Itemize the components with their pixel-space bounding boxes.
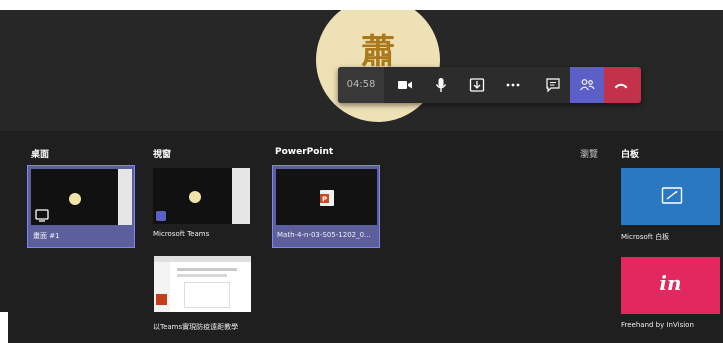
- more-options-button[interactable]: [496, 67, 530, 103]
- chat-icon: [546, 78, 560, 93]
- desktop-caption: 畫面 #1: [33, 232, 60, 240]
- powerpoint-thumbnail: P: [276, 169, 377, 225]
- avatar-initial: 蕭: [361, 32, 395, 72]
- window-top-edge: [0, 0, 723, 10]
- share-tray: 桌面 視窗 PowerPoint 瀏覽 白板 畫面 #1 Microsoft T…: [0, 131, 723, 343]
- section-desktop-label: 桌面: [31, 150, 50, 160]
- thumbnail-avatar: [69, 193, 81, 205]
- hang-up-button[interactable]: [604, 67, 641, 103]
- participant-avatar: 蕭: [316, 10, 440, 122]
- thumbnail-avatar: [189, 191, 201, 203]
- browse-link[interactable]: 瀏覽: [580, 147, 598, 160]
- more-options-icon: [506, 83, 520, 87]
- browser-window-thumbnail: [154, 256, 251, 312]
- desktop-screen-1-card[interactable]: 畫面 #1: [27, 165, 135, 248]
- freehand-invision-caption: Freehand by InVision: [621, 321, 694, 329]
- microsoft-whiteboard-card[interactable]: Microsoft 白板: [620, 167, 723, 247]
- participants-button[interactable]: [570, 67, 604, 103]
- freehand-invision-card[interactable]: in Freehand by InVision: [620, 255, 723, 337]
- powerpoint-caption: Math-4-n-03-S05-1202_0...: [277, 231, 371, 239]
- teams-window-thumbnail: [153, 168, 250, 224]
- window-remote-teaching-card[interactable]: 以Teams實現防疫遠距教學: [150, 253, 254, 339]
- call-controls-bar: 04:58: [338, 67, 641, 103]
- browser-window-caption: 以Teams實現防疫遠距教學: [153, 323, 239, 331]
- teams-window-caption: Microsoft Teams: [153, 230, 210, 238]
- microsoft-whiteboard-caption: Microsoft 白板: [621, 233, 670, 241]
- powerpoint-file-card[interactable]: P Math-4-n-03-S05-1202_0...: [272, 165, 380, 248]
- microphone-button[interactable]: [424, 67, 458, 103]
- window-left-edge: [0, 312, 8, 343]
- invision-logo: in: [659, 271, 682, 295]
- screen-share-icon: [35, 209, 49, 222]
- participants-icon: [580, 79, 595, 91]
- share-tray-button[interactable]: [460, 67, 494, 103]
- section-whiteboard-label: 白板: [621, 150, 640, 160]
- microsoft-whiteboard-tile: [621, 168, 720, 225]
- powerpoint-file-icon: P: [320, 190, 334, 206]
- share-tray-icon: [469, 78, 485, 92]
- svg-text:P: P: [322, 196, 327, 204]
- desktop-thumbnail: [31, 169, 132, 225]
- chat-button[interactable]: [536, 67, 570, 103]
- camera-button[interactable]: [388, 67, 422, 103]
- section-powerpoint-label: PowerPoint: [275, 147, 334, 157]
- powerpoint-app-icon: [156, 294, 167, 305]
- section-window-label: 視窗: [153, 150, 172, 160]
- microphone-icon: [435, 78, 447, 92]
- call-timer: 04:58: [338, 67, 384, 103]
- teams-app-icon: [156, 211, 166, 221]
- window-microsoft-teams-card[interactable]: Microsoft Teams: [150, 165, 254, 248]
- camera-icon: [398, 81, 412, 89]
- call-stage: 蕭 04:58: [0, 10, 723, 131]
- freehand-invision-tile: in: [621, 257, 720, 314]
- whiteboard-icon: [661, 187, 683, 204]
- hang-up-icon: [614, 83, 628, 89]
